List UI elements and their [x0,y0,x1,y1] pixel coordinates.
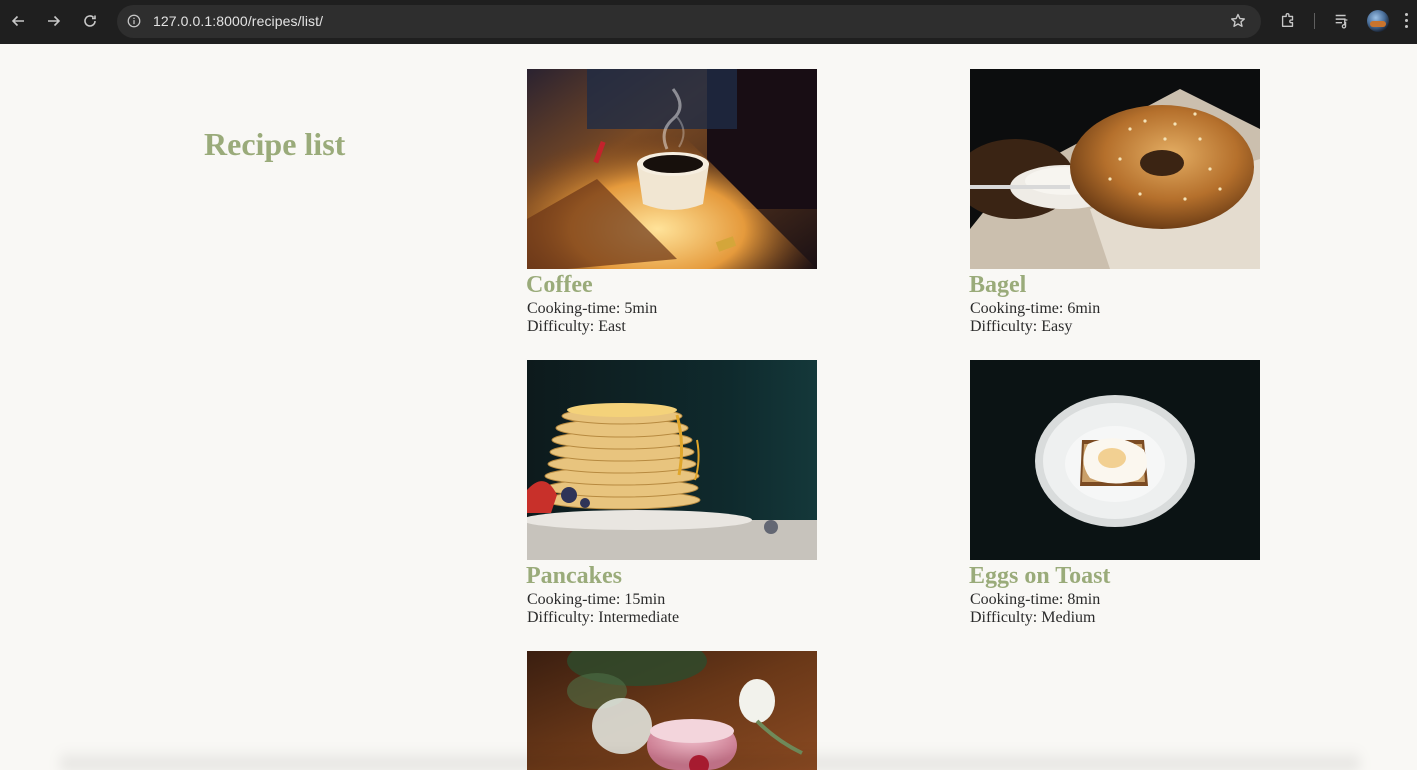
url-text[interactable]: 127.0.0.1:8000/recipes/list/ [153,13,323,29]
address-bar[interactable]: 127.0.0.1:8000/recipes/list/ [117,5,1261,38]
recipe-name[interactable]: Pancakes [526,561,817,591]
recipe-cooking-time: Cooking-time: 6min [970,300,1101,317]
profile-avatar[interactable] [1367,10,1389,32]
recipe-card [527,651,817,770]
recipe-cooking-time: Cooking-time: 15min [527,591,666,608]
bookmark-star-icon[interactable] [1229,12,1247,30]
forward-arrow-icon[interactable] [44,11,64,31]
recipe-card: Bagel Cooking-time: 6min Difficulty: Eas… [969,69,1260,336]
page-title: Recipe list [204,126,346,162]
media-controls-icon[interactable] [1333,11,1353,31]
recipe-difficulty: Difficulty: Intermediate [527,609,680,626]
recipe-cooking-time: Cooking-time: 8min [970,591,1101,608]
recipe-name[interactable]: Bagel [969,270,1260,300]
coffee-photo[interactable] [527,69,817,269]
recipe-card: Pancakes Cooking-time: 15min Difficulty:… [526,360,817,627]
recipe-name[interactable]: Eggs on Toast [969,561,1260,591]
pancakes-photo[interactable] [527,360,817,560]
browser-toolbar: 127.0.0.1:8000/recipes/list/ [0,0,1417,44]
recipe-card: Coffee Cooking-time: 5min Difficulty: Ea… [526,69,817,336]
reload-icon[interactable] [80,11,100,31]
recipe-difficulty: Difficulty: East [527,318,626,335]
extensions-icon[interactable] [1279,11,1299,31]
recipe-card: Eggs on Toast Cooking-time: 8min Difficu… [969,360,1260,627]
recipe-cooking-time: Cooking-time: 5min [527,300,658,317]
menu-kebab-icon[interactable] [1405,13,1409,31]
bagel-photo[interactable] [970,69,1260,269]
back-arrow-icon[interactable] [8,11,28,31]
recipe-name[interactable]: Coffee [526,270,817,300]
toolbar-divider [1314,13,1315,29]
site-info-icon[interactable] [125,12,143,30]
smoothie-photo[interactable] [527,651,817,770]
eggs-on-toast-photo[interactable] [970,360,1260,560]
recipe-difficulty: Difficulty: Easy [970,318,1073,335]
recipe-difficulty: Difficulty: Medium [970,609,1096,626]
